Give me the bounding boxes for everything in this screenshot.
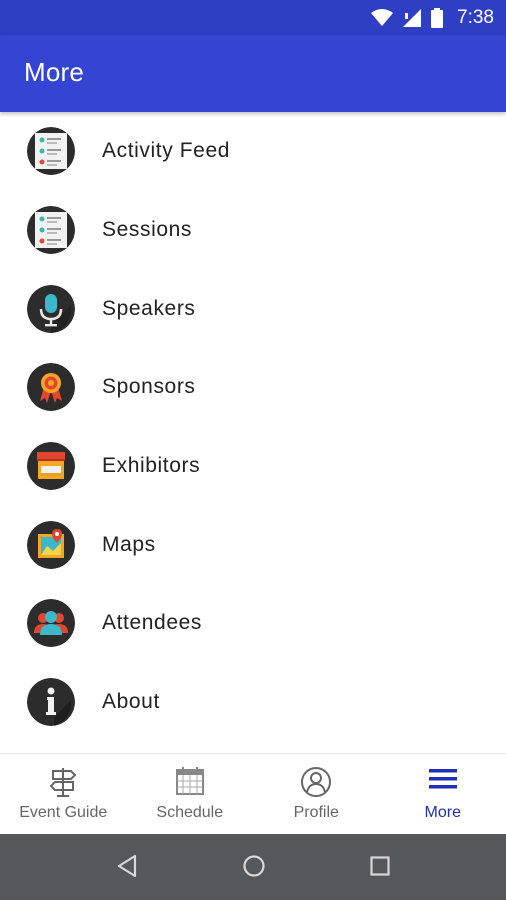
- menu-item-maps[interactable]: Maps: [0, 505, 506, 584]
- hamburger-menu-icon: [428, 769, 457, 789]
- nav-tab-schedule[interactable]: Schedule: [127, 754, 254, 835]
- people-icon: [27, 599, 75, 648]
- menu-item-label: Exhibitors: [102, 454, 201, 478]
- battery-icon: [431, 7, 444, 28]
- microphone-icon: [27, 284, 75, 333]
- nav-tab-more[interactable]: More: [380, 754, 506, 835]
- nav-tab-profile[interactable]: Profile: [253, 754, 380, 835]
- nav-label: Event Guide: [19, 804, 108, 821]
- menu-item-label: Maps: [102, 532, 156, 556]
- menu-item-exhibitors[interactable]: Exhibitors: [0, 427, 506, 506]
- activity-feed-icon: [27, 127, 75, 176]
- nav-label: Schedule: [156, 804, 224, 821]
- profile-icon: [301, 767, 332, 797]
- system-navigation-bar: [0, 834, 506, 900]
- menu-item-label: Sessions: [102, 218, 193, 242]
- booth-icon: [27, 442, 75, 491]
- bottom-navigation: Event Guide Schedule Profile More: [0, 753, 506, 834]
- menu-item-about[interactable]: About: [0, 663, 506, 742]
- signpost-icon: [49, 768, 77, 797]
- back-icon[interactable]: [116, 854, 138, 878]
- app-bar: More: [0, 35, 506, 112]
- recents-icon[interactable]: [369, 854, 391, 878]
- page-title: More: [24, 57, 85, 87]
- menu-item-label: Sponsors: [102, 375, 196, 399]
- info-icon: [27, 678, 75, 727]
- ribbon-award-icon: [27, 363, 75, 412]
- status-time: 7:38: [457, 6, 494, 28]
- home-icon[interactable]: [242, 854, 266, 878]
- menu-list: Activity Feed Sessions Speakers Sponsors…: [0, 112, 506, 742]
- wifi-icon: [371, 8, 394, 26]
- menu-item-label: Activity Feed: [102, 139, 231, 163]
- map-pin-icon: [27, 520, 75, 569]
- menu-item-label: Attendees: [102, 611, 202, 635]
- menu-item-speakers[interactable]: Speakers: [0, 269, 506, 348]
- sessions-icon: [27, 206, 75, 255]
- nav-tab-event-guide[interactable]: Event Guide: [0, 754, 127, 835]
- status-bar: 7:38: [0, 0, 506, 35]
- menu-item-label: About: [102, 690, 160, 714]
- nav-label: More: [424, 804, 461, 821]
- menu-item-activity-feed[interactable]: Activity Feed: [0, 112, 506, 191]
- nav-label: Profile: [293, 804, 339, 821]
- calendar-icon: [175, 767, 204, 795]
- status-icons: 7:38: [371, 0, 494, 35]
- cell-signal-icon: [403, 8, 422, 27]
- menu-item-sponsors[interactable]: Sponsors: [0, 348, 506, 427]
- menu-item-sessions[interactable]: Sessions: [0, 191, 506, 270]
- menu-item-label: Speakers: [102, 296, 196, 320]
- menu-item-attendees[interactable]: Attendees: [0, 584, 506, 663]
